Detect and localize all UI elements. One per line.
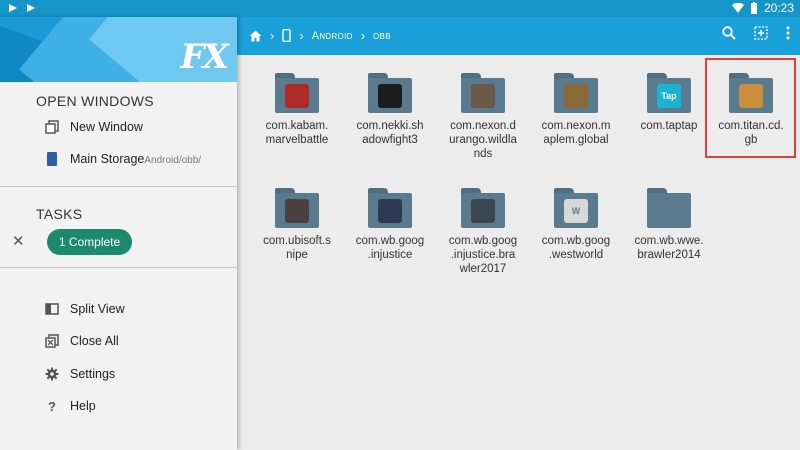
folder-item[interactable]: com.titan.cd. gb [705,73,797,147]
close-all-icon [44,333,60,349]
folder-icon [461,73,505,113]
folder-label: com.nexon.d urango.wildla nds [449,120,517,160]
folder-label: com.nexon.m aplem.global [541,120,611,146]
settings-label: Settings [70,367,116,381]
app-thumbnail-icon [564,84,588,108]
folder-item[interactable]: com.nexon.d urango.wildla nds [437,73,529,161]
gear-icon [44,366,60,382]
dismiss-tasks-button[interactable]: ✕ [12,232,25,250]
device-icon[interactable] [282,29,292,42]
split-view-label: Split View [70,302,125,316]
clock: 20:23 [763,1,794,15]
folder-label: com.wb.wwe. brawler2014 [634,235,704,261]
app-thumbnail-icon [285,84,309,108]
close-all-label: Close All [70,334,119,348]
folder-icon [729,73,773,113]
app-thumbnail-icon [471,84,495,108]
app-thumbnail-icon [285,199,309,223]
split-view-icon [44,301,60,317]
new-window-item[interactable]: New Window [44,119,143,135]
notification-icon [9,4,17,12]
folder-label: com.kabam. marvelbattle [265,120,329,146]
toolbar: › › Android › obb [237,17,800,55]
search-icon[interactable] [722,26,736,40]
app-thumbnail-icon: W [564,199,588,223]
navigation-drawer: FX OPEN WINDOWS New Window Main StorageA… [0,17,237,450]
folder-icon [554,73,598,113]
wifi-icon [731,3,744,13]
folder-icon [368,73,412,113]
status-bar: 20:23 [0,0,800,17]
file-grid: com.kabam. marvelbattle com.nekki.sh adow… [237,55,800,450]
folder-item[interactable]: com.ubisoft.s nipe [251,188,343,262]
folder-label: com.titan.cd. gb [718,120,784,146]
folder-item[interactable]: Wcom.wb.goog .westworld [530,188,622,262]
drawer-header: FX [0,17,237,82]
app-thumbnail-icon: Tap [657,84,681,108]
main-storage-path: Android/obb/ [144,155,202,166]
divider [0,267,237,268]
more-icon[interactable] [786,26,790,40]
folder-label: com.ubisoft.s nipe [263,235,331,261]
battery-icon [750,2,757,14]
main-storage-label: Main Storage [70,152,145,166]
breadcrumb: › › Android › obb [249,28,391,43]
folder-icon: Tap [647,73,691,113]
folder-item[interactable]: com.wb.goog .injustice.bra wler2017 [437,188,529,276]
tasks-title: TASKS [36,206,83,222]
split-view-item[interactable]: Split View [44,301,125,317]
folder-label: com.taptap [640,120,698,132]
new-window-label: New Window [70,120,143,134]
folder-icon: W [554,188,598,228]
folder-item[interactable]: com.nekki.sh adowfight3 [344,73,436,147]
folder-icon [461,188,505,228]
notification-icon [27,4,35,12]
help-item[interactable]: ? Help [44,398,96,414]
settings-item[interactable]: Settings [44,366,115,382]
home-icon[interactable] [249,30,262,42]
app-logo: FX [180,37,229,77]
folder-icon [275,73,319,113]
folder-icon [368,188,412,228]
breadcrumb-obb[interactable]: obb [373,30,391,42]
select-icon[interactable] [754,26,768,40]
help-label: Help [70,399,96,413]
folder-icon [275,188,319,228]
folder-label: com.wb.goog .injustice.bra wler2017 [448,235,518,275]
folder-item[interactable]: com.wb.goog .injustice [344,188,436,262]
task-complete-pill[interactable]: 1 Complete [47,229,132,255]
help-icon: ? [48,398,56,414]
main-storage-item[interactable]: Main StorageAndroid/obb/ [44,151,201,167]
folder-label: com.wb.goog .injustice [355,235,425,261]
breadcrumb-android[interactable]: Android [312,30,353,42]
divider [0,186,237,187]
open-windows-title: OPEN WINDOWS [36,93,154,109]
folder-item[interactable]: com.nexon.m aplem.global [530,73,622,147]
copy-icon [44,119,60,135]
app-thumbnail-icon [378,84,402,108]
close-all-item[interactable]: Close All [44,333,119,349]
app-thumbnail-icon [471,199,495,223]
folder-item[interactable]: com.kabam. marvelbattle [251,73,343,147]
folder-item[interactable]: Tap com.taptap [623,73,715,133]
folder-label: com.nekki.sh adowfight3 [356,120,424,146]
folder-item[interactable]: com.wb.wwe. brawler2014 [623,188,715,262]
folder-icon [647,188,691,228]
app-thumbnail-icon [378,199,402,223]
app-thumbnail-icon [739,84,763,108]
storage-icon [44,151,60,167]
folder-label: com.wb.goog .westworld [541,235,611,261]
